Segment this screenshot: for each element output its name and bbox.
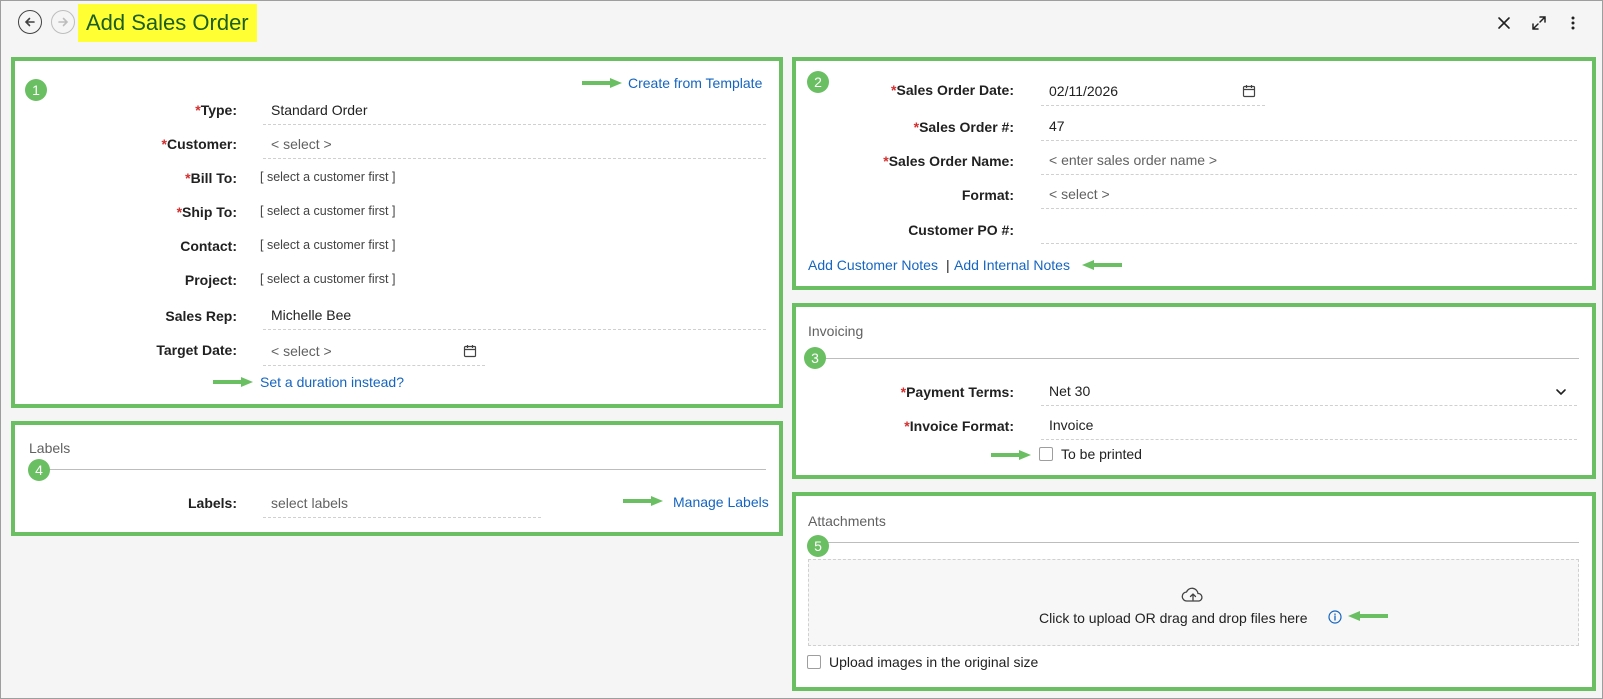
customer-select[interactable]: < select > <box>263 129 766 159</box>
customer-label: *Customer: <box>161 136 237 152</box>
forward-button[interactable] <box>51 10 75 34</box>
sales-rep-field[interactable]: Michelle Bee <box>263 300 766 330</box>
project-label: Project: <box>184 272 237 288</box>
arrow-indicator <box>623 496 663 506</box>
close-button[interactable] <box>1493 12 1515 34</box>
page-title: Add Sales Order <box>78 4 257 42</box>
project-value: [ select a customer first ] <box>260 272 396 286</box>
cloud-upload-icon <box>1181 587 1203 602</box>
customer-po-input[interactable] <box>1041 214 1577 244</box>
calendar-icon[interactable] <box>463 344 477 358</box>
to-be-printed-checkbox[interactable] <box>1039 447 1053 461</box>
arrow-right-icon <box>58 17 69 27</box>
sales-order-number-label: *Sales Order #: <box>913 119 1014 135</box>
expand-icon <box>1532 16 1546 30</box>
invoice-format-label: *Invoice Format: <box>904 418 1014 434</box>
labels-panel <box>11 421 783 536</box>
arrow-indicator <box>213 377 253 387</box>
chevron-down-icon[interactable] <box>1554 385 1568 399</box>
sales-order-name-input[interactable]: < enter sales order name > <box>1041 145 1577 175</box>
customer-po-label: Customer PO #: <box>908 222 1014 238</box>
upload-instructions: Click to upload OR drag and drop files h… <box>1039 610 1308 626</box>
add-customer-notes-link[interactable]: Add Customer Notes <box>808 257 938 273</box>
info-icon[interactable] <box>1328 610 1342 624</box>
original-size-label: Upload images in the original size <box>829 654 1039 670</box>
arrow-indicator <box>991 450 1031 460</box>
section-4-badge: 4 <box>28 459 50 481</box>
labels-select[interactable]: select labels <box>263 488 541 518</box>
type-label: *Type: <box>195 102 237 118</box>
close-icon <box>1498 17 1510 29</box>
ship-to-value: [ select a customer first ] <box>260 204 396 218</box>
sales-order-number-input[interactable]: 47 <box>1041 111 1577 141</box>
contact-label: Contact: <box>180 238 237 254</box>
payment-terms-select[interactable]: Net 30 <box>1041 376 1577 406</box>
notes-separator: | <box>946 257 950 273</box>
section-5-badge: 5 <box>807 535 829 557</box>
create-from-template-link[interactable]: Create from Template <box>628 75 762 91</box>
back-button[interactable] <box>18 10 42 34</box>
labels-label: Labels: <box>187 495 237 511</box>
expand-button[interactable] <box>1528 12 1550 34</box>
manage-labels-link[interactable]: Manage Labels <box>673 494 769 510</box>
sales-order-date-label: *Sales Order Date: <box>891 82 1014 98</box>
original-size-checkbox[interactable] <box>807 655 821 669</box>
section-3-badge: 3 <box>804 347 826 369</box>
type-field[interactable]: Standard Order <box>263 95 766 125</box>
arrow-indicator <box>1082 260 1122 270</box>
sales-rep-label: Sales Rep: <box>165 308 237 324</box>
sales-order-date-input[interactable]: 02/11/2026 <box>1041 76 1265 106</box>
section-1-badge: 1 <box>25 79 47 101</box>
ship-to-label: *Ship To: <box>176 204 237 220</box>
contact-value: [ select a customer first ] <box>260 238 396 252</box>
section-divider <box>821 358 1579 359</box>
sales-order-name-label: *Sales Order Name: <box>883 153 1014 169</box>
more-menu-button[interactable] <box>1562 12 1584 34</box>
app-frame: Add Sales Order 1 Create from Template *… <box>0 0 1603 699</box>
format-select[interactable]: < select > <box>1041 179 1577 209</box>
section-divider <box>821 542 1579 543</box>
invoicing-section-title: Invoicing <box>808 323 864 339</box>
to-be-printed-label: To be printed <box>1061 446 1142 462</box>
arrow-indicator <box>582 78 622 88</box>
attachments-section-title: Attachments <box>808 513 886 529</box>
bill-to-label: *Bill To: <box>185 170 237 186</box>
section-divider <box>41 469 766 470</box>
invoice-format-input[interactable]: Invoice <box>1041 410 1577 440</box>
bill-to-value: [ select a customer first ] <box>260 170 396 184</box>
section-2-badge: 2 <box>807 71 829 93</box>
target-date-input[interactable]: < select > <box>263 336 485 366</box>
payment-terms-label: *Payment Terms: <box>900 384 1014 400</box>
target-date-label: Target Date: <box>156 342 237 358</box>
arrow-left-icon <box>24 17 35 27</box>
calendar-icon[interactable] <box>1242 84 1256 98</box>
set-duration-link[interactable]: Set a duration instead? <box>260 374 404 390</box>
format-label: Format: <box>961 187 1014 203</box>
labels-section-title: Labels <box>29 440 71 456</box>
arrow-indicator <box>1348 611 1388 621</box>
more-vertical-icon <box>1571 16 1575 30</box>
add-internal-notes-link[interactable]: Add Internal Notes <box>954 257 1070 273</box>
